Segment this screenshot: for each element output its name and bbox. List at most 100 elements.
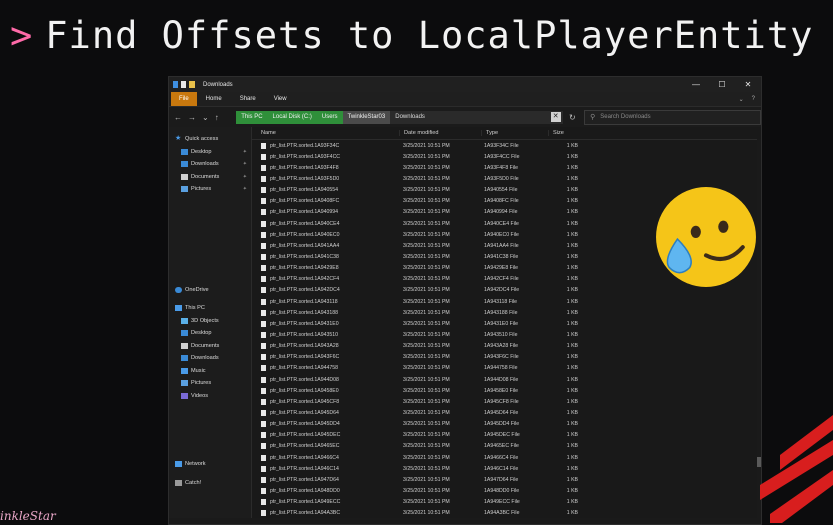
folder-arrow-icon[interactable]	[173, 81, 178, 88]
file-row[interactable]: ptr_list.PTR.sorted.1A945DD4 3/25/2021 10…	[252, 419, 761, 430]
sidebar-item-network[interactable]: Network	[169, 458, 251, 471]
file-name: ptr_list.PTR.sorted.1A93F4F8	[252, 164, 399, 171]
column-size[interactable]: Size	[548, 130, 587, 136]
file-row[interactable]: ptr_list.PTR.sorted.1A93F34C 3/25/2021 10…	[252, 140, 761, 151]
file-row[interactable]: ptr_list.PTR.sorted.1A93F4F8 3/25/2021 10…	[252, 162, 761, 173]
file-row[interactable]: ptr_list.PTR.sorted.1A9466C4 3/25/2021 10…	[252, 452, 761, 463]
file-name-text: ptr_list.PTR.sorted.1A942CF4	[270, 276, 340, 283]
file-row[interactable]: ptr_list.PTR.sorted.1A943118 3/25/2021 10…	[252, 296, 761, 307]
file-row[interactable]: ptr_list.PTR.sorted.1A93F4CC 3/25/2021 10…	[252, 151, 761, 162]
file-row[interactable]: ptr_list.PTR.sorted.1A93F5D0 3/25/2021 10…	[252, 173, 761, 184]
sidebar-item-downloads[interactable]: Downloads ✦	[169, 158, 251, 171]
sidebar-item-documents[interactable]: Documents ✦	[169, 171, 251, 184]
file-name-text: ptr_list.PTR.sorted.1A945CF8	[270, 398, 340, 405]
sidebar-item-pictures[interactable]: Pictures ✦	[169, 183, 251, 196]
file-icon	[261, 331, 266, 338]
file-row[interactable]: ptr_list.PTR.sorted.1A9465EC 3/25/2021 10…	[252, 441, 761, 452]
file-date: 3/25/2021 10:51 PM	[403, 365, 450, 372]
folder-icon[interactable]	[189, 81, 195, 88]
file-row[interactable]: ptr_list.PTR.sorted.1A943188 3/25/2021 10…	[252, 307, 761, 318]
file-row[interactable]: ptr_list.PTR.sorted.1A943510 3/25/2021 10…	[252, 329, 761, 340]
breadcrumb-this-pc[interactable]: This PC	[236, 110, 268, 124]
pin-icon: ✦	[242, 148, 247, 155]
file-row[interactable]: ptr_list.PTR.sorted.1A945DEC 3/25/2021 10…	[252, 430, 761, 441]
file-type: 1A941AA4 File	[484, 242, 519, 249]
sidebar-item-desktop[interactable]: Desktop ✦	[169, 146, 251, 159]
refresh-icon[interactable]: ↻	[563, 113, 582, 122]
file-type: 1A940554 File	[484, 187, 518, 194]
file-date: 3/25/2021 10:51 PM	[403, 499, 450, 506]
sidebar-item-catch[interactable]: Catch!	[169, 477, 251, 490]
file-icon	[261, 175, 266, 182]
sidebar-item-pc-documents[interactable]: Documents	[169, 340, 251, 353]
up-arrow-icon[interactable]: ↑	[215, 113, 219, 122]
sidebar-item-label: OneDrive	[185, 286, 209, 293]
file-icon	[261, 409, 266, 416]
chevron-down-icon[interactable]: ⌄	[739, 96, 744, 103]
minimize-button[interactable]: —	[683, 80, 709, 89]
file-row[interactable]: ptr_list.PTR.sorted.1A948DD0 3/25/2021 10…	[252, 485, 761, 496]
file-row[interactable]: ptr_list.PTR.sorted.1A949ECC 3/25/2021 10…	[252, 497, 761, 508]
file-row[interactable]: ptr_list.PTR.sorted.1A943A28 3/25/2021 10…	[252, 341, 761, 352]
breadcrumb-user[interactable]: TwinkleStar03	[342, 110, 391, 124]
star-icon: ★	[175, 135, 182, 143]
sidebar-item-3d-objects[interactable]: 3D Objects	[169, 315, 251, 328]
file-row[interactable]: ptr_list.PTR.sorted.1A946C14 3/25/2021 10…	[252, 463, 761, 474]
breadcrumb-users[interactable]: Users	[316, 110, 343, 124]
column-type[interactable]: Type	[481, 130, 548, 136]
tab-home[interactable]: Home	[197, 92, 231, 106]
recent-chevron-icon[interactable]: ⌄	[202, 113, 209, 122]
close-button[interactable]: ✕	[735, 80, 761, 89]
file-icon	[261, 276, 266, 283]
tab-view[interactable]: View	[265, 92, 296, 106]
file-size: 1 KB	[566, 432, 578, 439]
file-size: 1 KB	[566, 387, 578, 394]
sidebar-item-pc-pictures[interactable]: Pictures	[169, 377, 251, 390]
file-type: 1A93F4CC File	[484, 153, 520, 160]
column-name[interactable]: Name	[252, 130, 399, 136]
file-row[interactable]: ptr_list.PTR.sorted.1A947D64 3/25/2021 10…	[252, 474, 761, 485]
file-row[interactable]: ptr_list.PTR.sorted.1A9431E0 3/25/2021 10…	[252, 318, 761, 329]
back-arrow-icon[interactable]: ←	[174, 113, 182, 122]
search-input[interactable]: ⚲ Search Downloads	[584, 109, 761, 125]
drive-icon	[175, 479, 182, 486]
file-type: 1A949ECC File	[484, 499, 520, 506]
file-row[interactable]: ptr_list.PTR.sorted.1A945D64 3/25/2021 10…	[252, 407, 761, 418]
sidebar-item-music[interactable]: Music	[169, 365, 251, 378]
column-date-modified[interactable]: Date modified	[399, 130, 481, 136]
address-bar[interactable]: This PC Local Disk (C:) Users TwinkleSta…	[236, 110, 563, 124]
file-date: 3/25/2021 10:51 PM	[403, 487, 450, 494]
sidebar-item-label: 3D Objects	[191, 317, 219, 324]
file-row[interactable]: ptr_list.PTR.sorted.1A943F6C 3/25/2021 10…	[252, 352, 761, 363]
sidebar-item-videos[interactable]: Videos	[169, 390, 251, 403]
breadcrumb-downloads[interactable]: Downloads	[390, 110, 430, 124]
pictures-icon	[181, 186, 188, 193]
maximize-button[interactable]: ☐	[709, 80, 735, 89]
sidebar-item-label: Downloads	[191, 355, 219, 362]
file-name: ptr_list.PTR.sorted.1A943A28	[252, 343, 399, 350]
file-icon	[261, 287, 266, 294]
tab-file[interactable]: File	[171, 92, 197, 106]
clear-address-icon[interactable]: ✕	[550, 112, 561, 122]
help-icon[interactable]: ?	[752, 96, 755, 103]
watermark: inkleStar	[0, 509, 56, 523]
file-name: ptr_list.PTR.sorted.1A942CF4	[252, 276, 399, 283]
tab-share[interactable]: Share	[231, 92, 265, 106]
forward-arrow-icon[interactable]: →	[188, 113, 196, 122]
file-name-text: ptr_list.PTR.sorted.1A9458E0	[270, 387, 339, 394]
file-type: 1A945DEC File	[484, 432, 520, 439]
video-icon	[181, 392, 188, 399]
file-name: ptr_list.PTR.sorted.1A944D08	[252, 376, 399, 383]
file-row[interactable]: ptr_list.PTR.sorted.1A945CF8 3/25/2021 10…	[252, 396, 761, 407]
breadcrumb-local-disk[interactable]: Local Disk (C:)	[267, 110, 317, 124]
sidebar-item-onedrive[interactable]: OneDrive	[169, 284, 251, 297]
status-bar	[169, 518, 761, 524]
file-row[interactable]: ptr_list.PTR.sorted.1A944D08 3/25/2021 10…	[252, 374, 761, 385]
file-row[interactable]: ptr_list.PTR.sorted.1A944758 3/25/2021 10…	[252, 363, 761, 374]
sidebar-item-this-pc[interactable]: This PC	[169, 302, 251, 315]
properties-icon[interactable]	[181, 81, 186, 88]
sidebar-item-quick-access[interactable]: ★ Quick access	[169, 133, 251, 146]
sidebar-item-pc-desktop[interactable]: Desktop	[169, 327, 251, 340]
file-row[interactable]: ptr_list.PTR.sorted.1A9458E0 3/25/2021 10…	[252, 385, 761, 396]
sidebar-item-pc-downloads[interactable]: Downloads	[169, 352, 251, 365]
